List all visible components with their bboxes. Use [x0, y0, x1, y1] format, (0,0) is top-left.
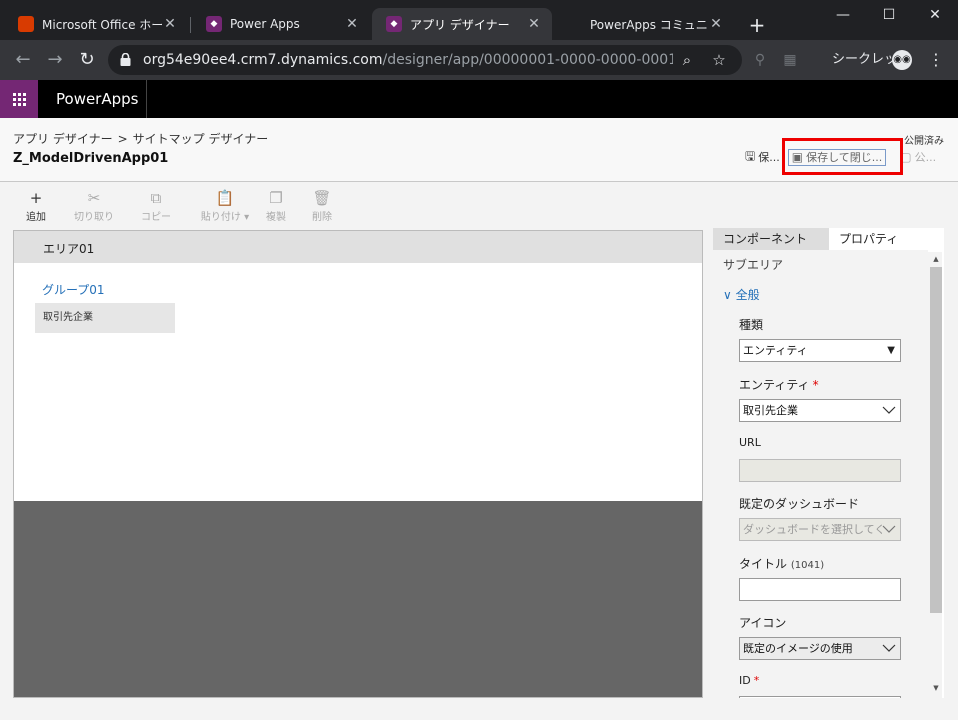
url-text: org54e90ee4.crm7.dynamics.com/designer/a…	[143, 52, 673, 68]
browser-toolbar: ← → ↻ org54e90ee4.crm7.dynamics.com/desi…	[0, 40, 958, 80]
close-window-button[interactable]: ✕	[912, 4, 958, 28]
scroll-up-icon[interactable]: ▲	[931, 255, 941, 263]
properties-body: サブエリア ∨ 全般 種類 エンティティ ▼ エンティティ * 取引先企業 URL …	[713, 250, 928, 698]
breadcrumb-separator: >	[117, 132, 128, 146]
entity-select[interactable]: 取引先企業	[739, 399, 901, 422]
powerapps-icon: ◆	[386, 16, 402, 32]
minimize-button[interactable]: —	[820, 4, 866, 28]
tab-title: アプリ デザイナー	[410, 17, 510, 32]
reload-icon[interactable]: ↻	[76, 50, 98, 70]
panel-tabs: コンポーネント プロパティ	[713, 228, 944, 250]
delete-button[interactable]: 🗑 削除	[294, 189, 350, 224]
trash-icon: 🗑	[312, 189, 332, 207]
general-section-toggle[interactable]: ∨ 全般	[723, 286, 760, 303]
tab-title: Power Apps	[230, 17, 300, 31]
save-button[interactable]: 🖫 保...	[745, 147, 780, 168]
office-icon	[18, 16, 34, 32]
sitemap-canvas: エリア01 グループ01 取引先企業	[13, 230, 703, 698]
incognito-icon[interactable]: ◉◉	[892, 50, 912, 70]
back-icon[interactable]: ←	[12, 50, 34, 70]
section-title: サブエリア	[723, 258, 784, 272]
extension-icon[interactable]: ⚲	[750, 50, 770, 70]
icon-label: アイコン	[739, 616, 787, 630]
panel-scrollbar[interactable]: ▲ ▼	[928, 252, 942, 698]
tab-power-apps[interactable]: ◆ Power Apps ✕	[192, 8, 370, 40]
icon-select[interactable]: 既定のイメージの使用	[739, 637, 901, 660]
entity-label: エンティティ *	[739, 378, 819, 392]
bookmark-star-icon[interactable]: ☆	[710, 51, 728, 69]
area-tabstrip: エリア01	[14, 231, 702, 265]
title-label: タイトル (1041)	[739, 557, 825, 571]
close-icon[interactable]: ✕	[526, 16, 542, 32]
url-field[interactable]	[739, 459, 901, 482]
type-label: 種類	[739, 318, 764, 332]
zoom-search-icon[interactable]: ⌕	[678, 51, 696, 69]
tab-separator	[190, 17, 191, 33]
breadcrumb: アプリ デザイナー > サイトマップ デザイナー	[13, 130, 268, 147]
chevron-down-icon	[882, 406, 896, 414]
page-title: Z_ModelDrivenApp01	[13, 151, 169, 166]
powerapps-icon: ◆	[206, 16, 222, 32]
scroll-down-icon[interactable]: ▼	[931, 684, 941, 692]
required-marker: *	[753, 674, 760, 687]
tab-powerapps-community[interactable]: PowerApps コミュニティ ✕	[552, 8, 734, 40]
title-lcid: (1041)	[790, 560, 825, 571]
footer-strip	[0, 698, 958, 720]
tab-office-home[interactable]: Microsoft Office ホーム ✕	[4, 8, 188, 40]
menu-dots-icon[interactable]: ⋮	[928, 50, 944, 70]
brand-name[interactable]: PowerApps	[56, 80, 138, 118]
close-icon[interactable]: ✕	[708, 16, 724, 32]
group-title[interactable]: グループ01	[42, 281, 105, 298]
microsoft-icon	[566, 16, 582, 32]
area-tab[interactable]: エリア01	[43, 240, 95, 265]
save-icon: 🖫	[745, 148, 756, 163]
extension-icon[interactable]: ▦	[780, 50, 800, 70]
title-field[interactable]	[739, 578, 901, 601]
chevron-down-icon	[882, 644, 896, 652]
subarea-tile[interactable]: 取引先企業	[35, 303, 175, 333]
tab-properties[interactable]: プロパティ	[829, 228, 944, 250]
chevron-down-icon	[882, 524, 896, 534]
add-button[interactable]: + 追加	[8, 189, 64, 224]
highlight-box	[782, 138, 903, 175]
breadcrumb-app-designer[interactable]: アプリ デザイナー	[13, 132, 113, 146]
id-label: ID *	[739, 674, 760, 687]
new-tab-button[interactable]: +	[745, 14, 769, 36]
chevron-down-icon: ∨	[723, 288, 736, 302]
address-bar[interactable]: org54e90ee4.crm7.dynamics.com/designer/a…	[108, 45, 742, 75]
plus-icon: +	[29, 189, 43, 207]
maximize-button[interactable]: ☐	[866, 4, 912, 28]
required-marker: *	[812, 378, 819, 392]
properties-panel: コンポーネント プロパティ サブエリア ∨ 全般 種類 エンティティ ▼ エンティ…	[713, 228, 944, 698]
area-body: グループ01 取引先企業	[14, 263, 702, 501]
type-select[interactable]: エンティティ ▼	[739, 339, 901, 362]
app-header: PowerApps	[0, 80, 958, 118]
divider	[146, 80, 147, 118]
dashboard-select[interactable]: ダッシュボードを選択してく	[739, 518, 901, 541]
status-label: 公開済み	[904, 136, 944, 147]
close-icon[interactable]: ✕	[344, 16, 360, 32]
lock-icon	[120, 53, 131, 66]
publish-button[interactable]: ▢ 公...	[900, 149, 936, 165]
url-label: URL	[739, 436, 761, 449]
tab-app-designer[interactable]: ◆ アプリ デザイナー ✕	[372, 8, 552, 40]
copy-icon: ⧉	[150, 189, 162, 207]
tab-title: PowerApps コミュニティ	[590, 17, 708, 32]
close-icon[interactable]: ✕	[162, 16, 178, 32]
breadcrumb-sitemap-designer: サイトマップ デザイナー	[132, 132, 269, 146]
copy-button[interactable]: ⧉ コピー	[128, 189, 184, 224]
forward-icon[interactable]: →	[44, 50, 66, 70]
dashboard-label: 既定のダッシュボード	[739, 497, 860, 511]
browser-tabstrip: Microsoft Office ホーム ✕ ◆ Power Apps ✕ ◆ …	[0, 0, 958, 40]
dropdown-arrow-icon: ▼	[887, 345, 895, 356]
command-bar: + 追加 ✂ 切り取り ⧉ コピー 📋 貼り付け ▾ ❐ 複製 🗑 削除	[0, 183, 958, 227]
app-launcher-icon[interactable]	[0, 80, 38, 118]
scissors-icon: ✂	[87, 189, 101, 207]
scrollbar-thumb[interactable]	[930, 267, 942, 613]
tab-components[interactable]: コンポーネント	[713, 228, 829, 250]
tab-title: Microsoft Office ホーム	[42, 17, 162, 32]
cut-button[interactable]: ✂ 切り取り	[66, 189, 122, 224]
